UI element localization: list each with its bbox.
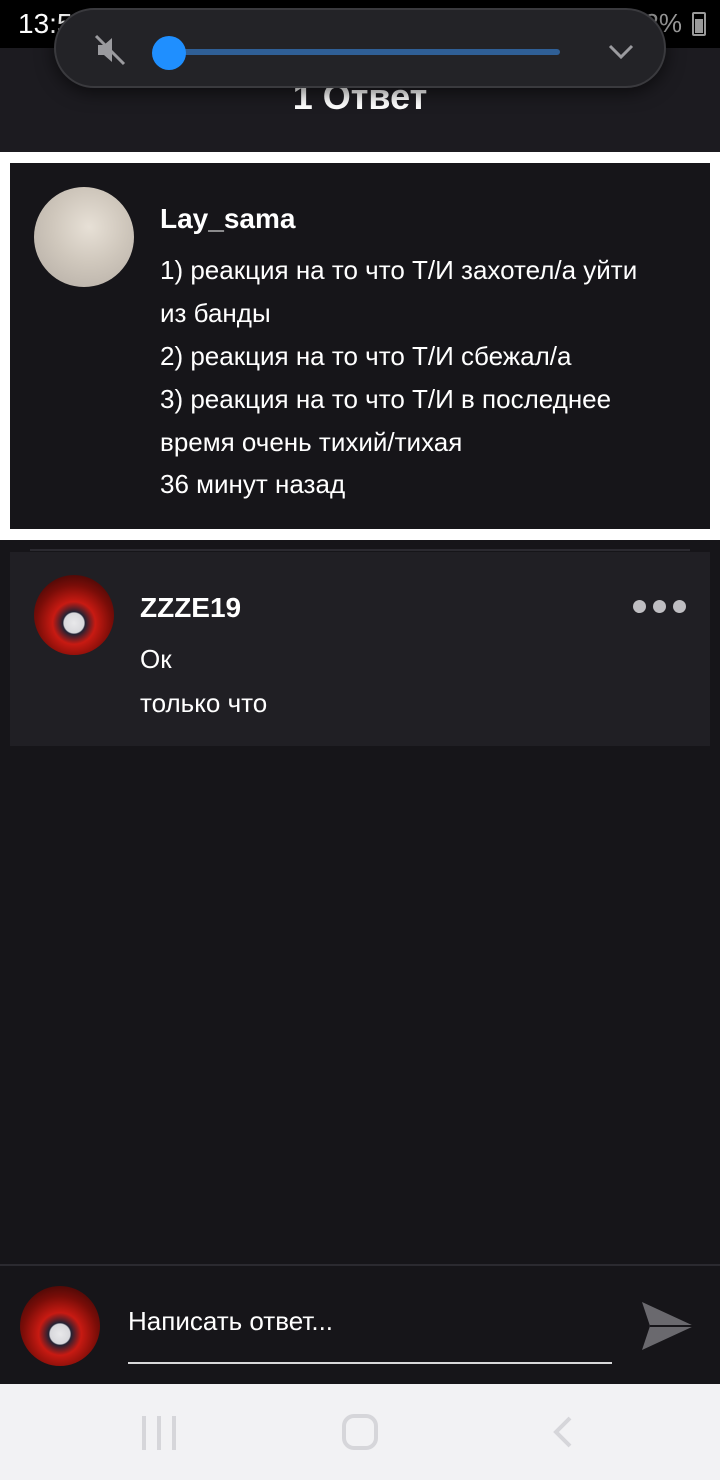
reply-comment: ZZZE19 Ок только что xyxy=(10,552,710,746)
volume-slider-track[interactable] xyxy=(168,49,560,55)
battery-icon xyxy=(692,11,706,36)
separator xyxy=(0,529,720,540)
more-options-icon[interactable] xyxy=(633,600,686,613)
comment-username[interactable]: Lay_sama xyxy=(160,203,295,235)
reply-input[interactable]: Написать ответ... xyxy=(128,1306,612,1364)
chevron-down-icon[interactable] xyxy=(606,36,636,66)
separator xyxy=(710,163,720,529)
separator xyxy=(0,152,720,163)
avatar[interactable] xyxy=(34,187,134,287)
back-icon[interactable] xyxy=(548,1414,578,1450)
avatar[interactable] xyxy=(34,575,114,655)
separator xyxy=(0,163,10,529)
parent-comment: Lay_sama 1) реакция на то что Т/И захоте… xyxy=(10,163,710,529)
reply-username[interactable]: ZZZE19 xyxy=(140,592,241,624)
send-icon[interactable] xyxy=(640,1298,696,1354)
comment-text: 1) реакция на то что Т/И захотел/а уйти … xyxy=(160,255,638,457)
system-nav-bar xyxy=(0,1384,720,1480)
volume-slider-thumb[interactable] xyxy=(152,36,186,70)
home-icon[interactable] xyxy=(342,1414,378,1450)
reply-input-placeholder: Написать ответ... xyxy=(128,1306,334,1336)
avatar xyxy=(20,1286,100,1366)
reply-timestamp: только что xyxy=(140,688,268,718)
recents-icon[interactable] xyxy=(142,1416,176,1450)
volume-panel[interactable] xyxy=(54,8,666,88)
comment-timestamp: 36 минут назад xyxy=(160,469,346,499)
mute-icon[interactable] xyxy=(92,32,128,68)
reply-composer: Написать ответ... xyxy=(0,1264,720,1384)
reply-text: Ок xyxy=(140,644,172,674)
divider xyxy=(30,549,690,551)
